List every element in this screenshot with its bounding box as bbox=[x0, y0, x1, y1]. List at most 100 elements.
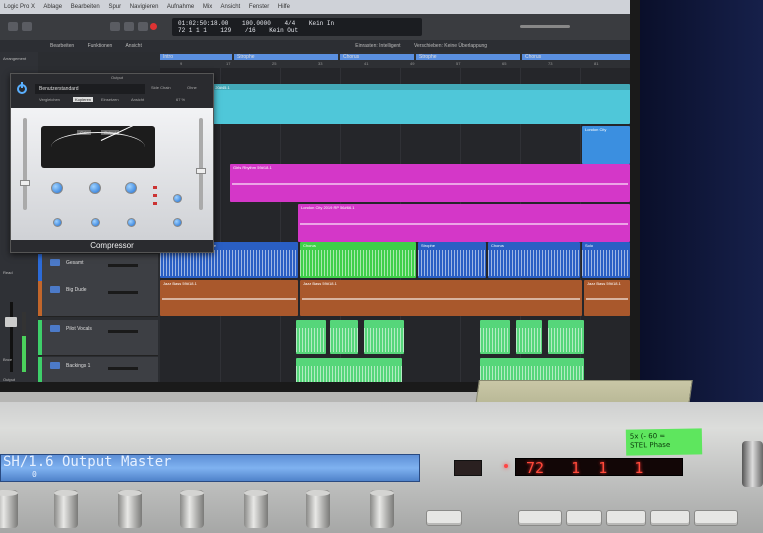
view-button[interactable]: Ansicht bbox=[131, 97, 144, 102]
region-label: Jazz Bass 59#18.1 bbox=[303, 281, 337, 286]
division-display[interactable]: /16 bbox=[245, 27, 256, 34]
preset-menu[interactable]: Benutzerstandard bbox=[35, 84, 145, 94]
track-volume[interactable] bbox=[108, 264, 138, 267]
track-header[interactable]: Backings 1 bbox=[38, 357, 158, 382]
limiter-knob[interactable] bbox=[173, 218, 182, 227]
ruler-number: 49 bbox=[410, 61, 415, 66]
menu-item[interactable]: Fenster bbox=[249, 4, 269, 10]
threshold-knob[interactable] bbox=[51, 182, 63, 194]
surface-button[interactable] bbox=[518, 510, 562, 526]
read-label[interactable]: Read bbox=[3, 270, 13, 275]
record-button[interactable] bbox=[150, 23, 157, 30]
audio-region[interactable]: Jazz Bass 59#18.1 bbox=[160, 280, 298, 316]
release-knob[interactable] bbox=[91, 218, 100, 227]
rotary-encoder[interactable] bbox=[54, 490, 78, 528]
rotary-encoder[interactable] bbox=[306, 490, 330, 528]
input-gain-slider[interactable] bbox=[23, 118, 27, 210]
rotary-encoder[interactable] bbox=[0, 490, 18, 528]
menu-item[interactable]: Bearbeiten bbox=[71, 4, 100, 10]
audio-region[interactable]: Strophe bbox=[418, 242, 486, 278]
audio-region[interactable]: Solo bbox=[582, 242, 630, 278]
menu-item[interactable]: Mix bbox=[203, 4, 212, 10]
menu-item[interactable]: Hilfe bbox=[278, 4, 290, 10]
audio-region[interactable]: Chorus bbox=[488, 242, 580, 278]
surface-button[interactable] bbox=[606, 510, 646, 526]
vocal-region[interactable] bbox=[296, 358, 402, 382]
arrangement-marker[interactable]: Chorus bbox=[522, 54, 630, 60]
audio-region[interactable]: Strophe · Stimme 20#45.1 bbox=[180, 84, 630, 124]
rotary-encoder[interactable] bbox=[118, 490, 142, 528]
copy-button[interactable]: Kopieren bbox=[73, 97, 94, 102]
menu-item[interactable]: Spur bbox=[108, 4, 121, 10]
mix-knob[interactable] bbox=[173, 194, 182, 203]
rotary-encoder[interactable] bbox=[244, 490, 268, 528]
region-waveform bbox=[516, 328, 542, 352]
play-button[interactable] bbox=[124, 22, 134, 31]
track-header[interactable]: Pilot Vocals bbox=[38, 320, 158, 356]
knee-knob[interactable] bbox=[127, 218, 136, 227]
inspector-button[interactable] bbox=[22, 22, 32, 31]
surface-button[interactable] bbox=[566, 510, 602, 526]
arrangement-marker[interactable]: Strophe bbox=[234, 54, 338, 60]
vocal-region[interactable] bbox=[364, 320, 404, 354]
makeup-knob[interactable] bbox=[125, 182, 137, 194]
ratio-knob[interactable] bbox=[89, 182, 101, 194]
edit-menu[interactable]: Bearbeiten bbox=[50, 43, 74, 49]
ruler-number: 9 bbox=[180, 61, 183, 66]
track-volume[interactable] bbox=[108, 330, 138, 333]
bar-ruler[interactable]: Intro Strophe Chorus Strophe Chorus 9 17… bbox=[160, 52, 630, 68]
arrangement-marker[interactable]: Intro bbox=[160, 54, 232, 60]
audio-region[interactable]: Jazz Bass 59#18.1 bbox=[584, 280, 630, 316]
library-button[interactable] bbox=[8, 22, 18, 31]
rewind-button[interactable] bbox=[110, 22, 120, 31]
jog-knob[interactable] bbox=[742, 441, 763, 487]
rotary-encoder[interactable] bbox=[370, 490, 394, 528]
side-chain-menu[interactable]: Ohne bbox=[187, 85, 197, 90]
output-gain-slider[interactable] bbox=[199, 118, 203, 210]
vocal-region[interactable] bbox=[296, 320, 326, 354]
vocal-region[interactable] bbox=[480, 320, 510, 354]
track-volume[interactable] bbox=[108, 291, 138, 294]
midi-region[interactable]: London City 2019 RP 56#66.1 bbox=[298, 204, 630, 242]
midi-region[interactable]: Girls Rhythm 59#18.1 bbox=[230, 164, 630, 202]
view-menu[interactable]: Ansicht bbox=[125, 43, 141, 49]
tempo-display[interactable]: 100.0000 bbox=[242, 20, 271, 27]
track-volume[interactable] bbox=[108, 367, 138, 370]
audio-region[interactable]: Jazz Bass 59#18.1 bbox=[300, 280, 582, 316]
power-icon[interactable] bbox=[17, 82, 27, 94]
snap-menu[interactable]: Einrasten: Intelligent bbox=[355, 43, 400, 49]
functions-menu[interactable]: Funktionen bbox=[88, 43, 113, 49]
tracks-area[interactable]: Strophe · Stimme 20#45.1 London City Gir… bbox=[160, 68, 630, 382]
menu-item[interactable]: Logic Pro X bbox=[4, 4, 35, 10]
surface-button[interactable] bbox=[426, 510, 462, 526]
attack-knob[interactable] bbox=[53, 218, 62, 227]
input-gain-handle[interactable] bbox=[20, 180, 30, 186]
menu-item[interactable]: Aufnahme bbox=[167, 4, 194, 10]
arrangement-marker[interactable]: Strophe bbox=[416, 54, 520, 60]
compare-button[interactable]: Vergleichen bbox=[39, 97, 60, 102]
menu-item[interactable]: Navigieren bbox=[130, 4, 159, 10]
surface-button[interactable] bbox=[650, 510, 690, 526]
paste-button[interactable]: Einsetzen bbox=[101, 97, 119, 102]
menu-item[interactable]: Ansicht bbox=[221, 4, 241, 10]
master-volume-slider[interactable] bbox=[520, 25, 570, 28]
audio-region[interactable]: Chorus bbox=[300, 242, 416, 278]
output-gain-handle[interactable] bbox=[196, 168, 206, 174]
bounce-label[interactable]: Bnce bbox=[3, 357, 12, 362]
surface-button[interactable] bbox=[694, 510, 738, 526]
audio-region[interactable]: London City bbox=[582, 126, 630, 164]
signature-display[interactable]: 4/4 bbox=[284, 20, 295, 27]
compressor-plugin-window[interactable]: Output Benutzerstandard Side Chain Ohne … bbox=[10, 73, 214, 253]
drag-menu[interactable]: Verschieben: Keine Überlappung bbox=[414, 43, 487, 49]
rotary-encoder[interactable] bbox=[180, 490, 204, 528]
transport-lcd: 01:02:50:18.00 100.0000 4/4 Kein In 72 1… bbox=[172, 18, 422, 36]
arrangement-marker[interactable]: Chorus bbox=[340, 54, 414, 60]
zoom-menu[interactable]: 67 % bbox=[176, 97, 185, 102]
track-header[interactable]: Big Dude bbox=[38, 281, 158, 317]
volume-fader[interactable] bbox=[5, 317, 17, 327]
menu-item[interactable]: Ablage bbox=[43, 4, 62, 10]
vocal-region[interactable] bbox=[330, 320, 358, 354]
vocal-region[interactable] bbox=[548, 320, 584, 354]
vocal-region[interactable] bbox=[516, 320, 542, 354]
stop-button[interactable] bbox=[138, 22, 148, 31]
